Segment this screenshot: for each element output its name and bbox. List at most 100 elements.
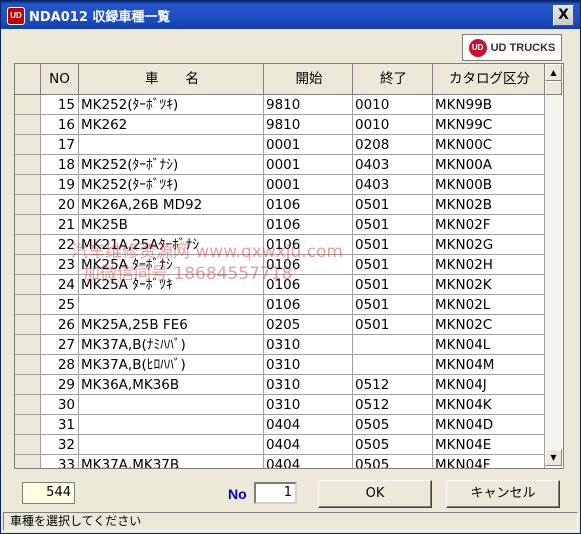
table-row[interactable]: 16 MK262 9810 0010 MKN99C	[15, 115, 545, 135]
row-number-cell[interactable]: 26	[41, 315, 79, 335]
row-selector[interactable]	[15, 455, 41, 468]
row-selector[interactable]	[15, 295, 41, 315]
vehicle-name-cell[interactable]: MK25A,25B FE6	[79, 315, 264, 335]
end-code-cell[interactable]: 0501	[353, 255, 433, 275]
catalog-code-cell[interactable]: MKN02F	[433, 215, 545, 235]
row-number-cell[interactable]: 23	[41, 255, 79, 275]
row-number-cell[interactable]: 22	[41, 235, 79, 255]
end-code-cell[interactable]: 0512	[353, 395, 433, 415]
vehicle-name-cell[interactable]: MK25B	[79, 215, 264, 235]
end-code-cell[interactable]: 0010	[353, 115, 433, 135]
row-selector[interactable]	[15, 175, 41, 195]
row-selector[interactable]	[15, 315, 41, 335]
vehicle-name-cell[interactable]	[79, 395, 264, 415]
end-code-cell[interactable]: 0403	[353, 175, 433, 195]
vehicle-name-cell[interactable]	[79, 435, 264, 455]
end-code-cell[interactable]: 0512	[353, 375, 433, 395]
vertical-scrollbar[interactable]: ▲ ▼	[545, 64, 562, 466]
table-row[interactable]: 32 0404 0505 MKN04E	[15, 435, 545, 455]
start-code-cell[interactable]: 0106	[264, 255, 353, 275]
column-header-no[interactable]: NO	[41, 64, 79, 95]
row-number-cell[interactable]: 24	[41, 275, 79, 295]
table-row[interactable]: 31 0404 0505 MKN04D	[15, 415, 545, 435]
scroll-thumb[interactable]	[545, 81, 562, 95]
vehicle-name-cell[interactable]: MK25A ﾀｰﾎﾞﾅｼ	[79, 255, 264, 275]
start-code-cell[interactable]: 0106	[264, 275, 353, 295]
catalog-code-cell[interactable]: MKN04D	[433, 415, 545, 435]
catalog-code-cell[interactable]: MKN04F	[433, 455, 545, 468]
start-code-cell[interactable]: 0001	[264, 155, 353, 175]
vehicle-name-cell[interactable]: MK37A,B(ﾋﾛﾊﾊﾞ)	[79, 355, 264, 375]
table-row[interactable]: 26 MK25A,25B FE6 0205 0501 MKN02C	[15, 315, 545, 335]
catalog-code-cell[interactable]: MKN02H	[433, 255, 545, 275]
vehicle-name-cell[interactable]: MK37A,B(ﾅﾐﾊﾊﾞ)	[79, 335, 264, 355]
vehicle-name-cell[interactable]	[79, 295, 264, 315]
vehicle-name-cell[interactable]	[79, 415, 264, 435]
column-header-name[interactable]: 車 名	[79, 64, 264, 95]
end-code-cell[interactable]: 0501	[353, 295, 433, 315]
table-row[interactable]: 30 0310 0512 MKN04K	[15, 395, 545, 415]
end-code-cell[interactable]: 0505	[353, 415, 433, 435]
end-code-cell[interactable]	[353, 355, 433, 375]
end-code-cell[interactable]	[353, 335, 433, 355]
start-code-cell[interactable]: 0310	[264, 335, 353, 355]
table-row[interactable]: 28 MK37A,B(ﾋﾛﾊﾊﾞ) 0310 MKN04M	[15, 355, 545, 375]
row-selector[interactable]	[15, 335, 41, 355]
catalog-code-cell[interactable]: MKN00B	[433, 175, 545, 195]
row-selector[interactable]	[15, 395, 41, 415]
row-selector[interactable]	[15, 275, 41, 295]
vehicle-name-cell[interactable]: MK37A,MK37B	[79, 455, 264, 468]
catalog-code-cell[interactable]: MKN02L	[433, 295, 545, 315]
row-selector[interactable]	[15, 135, 41, 155]
start-code-cell[interactable]: 0001	[264, 175, 353, 195]
row-number-cell[interactable]: 29	[41, 375, 79, 395]
row-number-cell[interactable]: 21	[41, 215, 79, 235]
table-row[interactable]: 23 MK25A ﾀｰﾎﾞﾅｼ 0106 0501 MKN02H	[15, 255, 545, 275]
table-row[interactable]: 15 MK252(ﾀｰﾎﾞﾂｷ) 9810 0010 MKN99B	[15, 95, 545, 115]
table-row[interactable]: 18 MK252(ﾀｰﾎﾞﾅｼ) 0001 0403 MKN00A	[15, 155, 545, 175]
start-code-cell[interactable]: 9810	[264, 115, 353, 135]
catalog-code-cell[interactable]: MKN04E	[433, 435, 545, 455]
vehicle-name-cell[interactable]: MK25A ﾀｰﾎﾞﾂｷ	[79, 275, 264, 295]
start-code-cell[interactable]: 0205	[264, 315, 353, 335]
row-selector[interactable]	[15, 215, 41, 235]
end-code-cell[interactable]: 0208	[353, 135, 433, 155]
row-selector[interactable]	[15, 375, 41, 395]
vehicle-name-cell[interactable]: MK252(ﾀｰﾎﾞﾂｷ)	[79, 95, 264, 115]
catalog-code-cell[interactable]: MKN02K	[433, 275, 545, 295]
table-row[interactable]: 22 MK21A,25Aﾀｰﾎﾞﾅｼ 0106 0501 MKN02G	[15, 235, 545, 255]
catalog-code-cell[interactable]: MKN00C	[433, 135, 545, 155]
column-header-end[interactable]: 終了	[353, 64, 433, 95]
row-number-cell[interactable]: 16	[41, 115, 79, 135]
vehicle-name-cell[interactable]	[79, 135, 264, 155]
row-number-cell[interactable]: 31	[41, 415, 79, 435]
vehicle-name-cell[interactable]: MK21A,25Aﾀｰﾎﾞﾅｼ	[79, 235, 264, 255]
start-code-cell[interactable]: 0310	[264, 355, 353, 375]
end-code-cell[interactable]: 0505	[353, 435, 433, 455]
row-selector[interactable]	[15, 415, 41, 435]
row-selector[interactable]	[15, 255, 41, 275]
table-row[interactable]: 33 MK37A,MK37B 0404 0505 MKN04F	[15, 455, 545, 468]
vehicle-table[interactable]: NO 車 名 開始 終了 カタログ区分 15 MK252(ﾀｰﾎﾞﾂｷ) 9810 0…	[14, 63, 564, 469]
start-code-cell[interactable]: 0310	[264, 375, 353, 395]
table-row[interactable]: 21 MK25B 0106 0501 MKN02F	[15, 215, 545, 235]
catalog-code-cell[interactable]: MKN04K	[433, 395, 545, 415]
start-code-cell[interactable]: 0404	[264, 415, 353, 435]
table-row[interactable]: 17 0001 0208 MKN00C	[15, 135, 545, 155]
start-code-cell[interactable]: 0106	[264, 295, 353, 315]
row-number-cell[interactable]: 18	[41, 155, 79, 175]
row-selector[interactable]	[15, 235, 41, 255]
start-code-cell[interactable]: 0404	[264, 455, 353, 468]
start-code-cell[interactable]: 0310	[264, 395, 353, 415]
row-number-cell[interactable]: 20	[41, 195, 79, 215]
row-number-cell[interactable]: 32	[41, 435, 79, 455]
end-code-cell[interactable]: 0501	[353, 235, 433, 255]
end-code-cell[interactable]: 0505	[353, 455, 433, 468]
catalog-code-cell[interactable]: MKN02G	[433, 235, 545, 255]
catalog-code-cell[interactable]: MKN99B	[433, 95, 545, 115]
ud-trucks-logo-button[interactable]: UD UD TRUCKS	[462, 34, 562, 61]
scroll-up-icon[interactable]: ▲	[545, 64, 562, 81]
end-code-cell[interactable]: 0403	[353, 155, 433, 175]
catalog-code-cell[interactable]: MKN00A	[433, 155, 545, 175]
row-selector[interactable]	[15, 195, 41, 215]
